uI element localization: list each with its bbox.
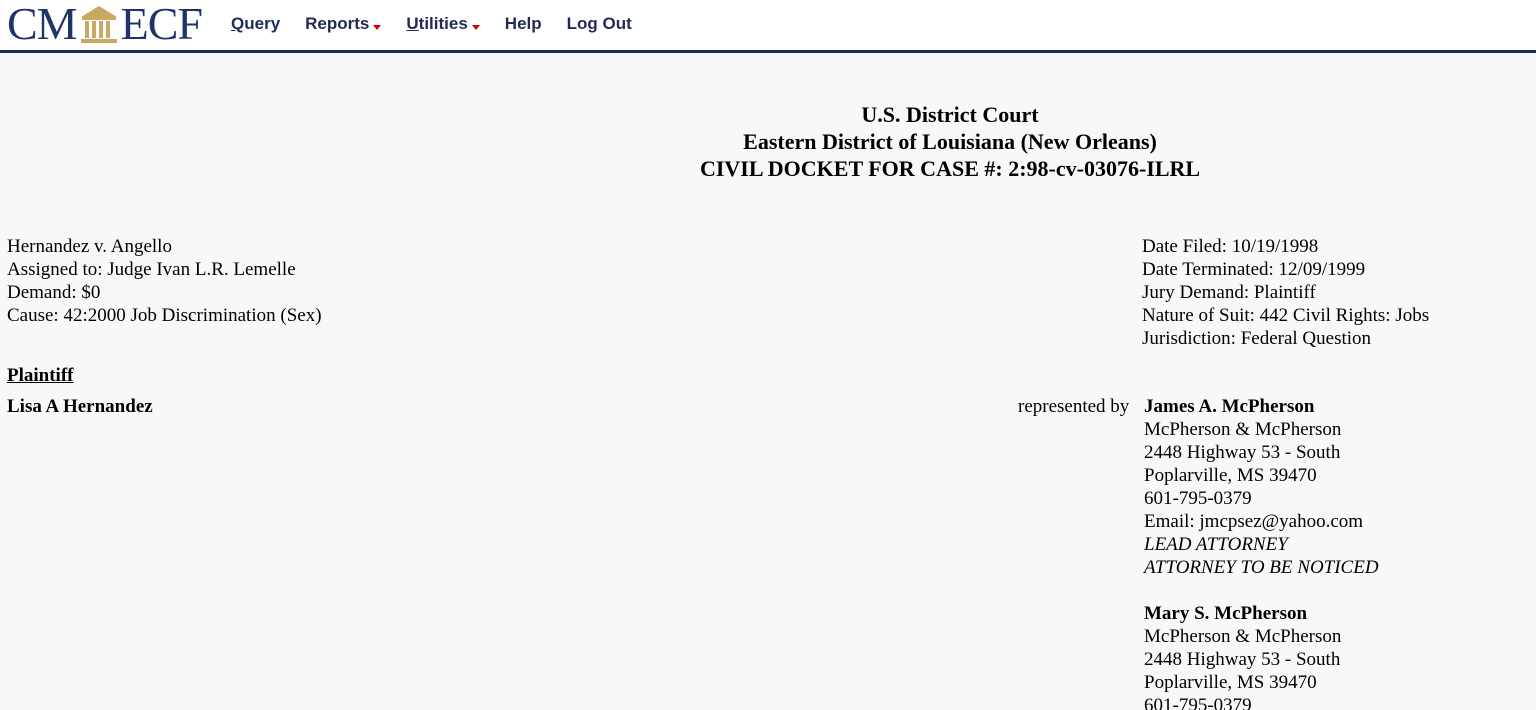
attorney-email: Email: jmcpsez@yahoo.com [1144,511,1364,532]
attorney-street: 2448 Highway 53 - South [1144,442,1341,463]
menu-query[interactable]: Query [231,14,280,34]
date-filed: Date Filed: 10/19/1998 [1142,236,1319,257]
docket-title: CIVIL DOCKET FOR CASE #: 2:98-cv-03076-I… [699,156,1201,181]
represented-by-label: represented by [1018,396,1130,417]
demand: Demand: $0 [7,282,101,303]
assigned-judge: Assigned to: Judge Ivan L.R. Lemelle [7,259,296,280]
case-info-right: Date Filed: 10/19/1998 Date Terminated: … [1142,235,1429,350]
attorney-note: LEAD ATTORNEY [1144,534,1288,555]
chevron-down-icon [471,25,480,30]
attorney-city: Poplarville, MS 39470 [1144,465,1317,486]
attorney-phone: 601-795-0379 [1144,488,1252,509]
attorney-firm: McPherson & McPherson [1144,419,1342,440]
case-info-left: Hernandez v. Angello Assigned to: Judge … [7,235,322,327]
jurisdiction: Jurisdiction: Federal Question [1142,328,1372,349]
nature-of-suit: Nature of Suit: 442 Civil Rights: Jobs [1142,305,1430,326]
menu-logout[interactable]: Log Out [567,14,632,34]
court-name: U.S. District Court [861,102,1039,127]
attorney-name: Mary S. McPherson [1144,603,1308,624]
attorney-city: Poplarville, MS 39470 [1144,672,1317,693]
party-role-heading: Plaintiff [7,365,74,386]
attorney-block: Mary S. McPherson McPherson & McPherson … [1144,602,1379,710]
district-name: Eastern District of Louisiana (New Orlea… [743,129,1157,154]
jury-demand: Jury Demand: Plaintiff [1142,282,1316,303]
attorney-block: James A. McPherson McPherson & McPherson… [1144,395,1379,579]
docket-header: U.S. District Court Eastern District of … [0,101,1536,182]
courthouse-icon [80,6,117,43]
case-title: Hernandez v. Angello [7,236,172,257]
cmecf-logo[interactable]: CM ECF [7,0,203,49]
attorney-phone: 601-795-0379 [1144,695,1252,710]
attorney-firm: McPherson & McPherson [1144,626,1342,647]
attorney-street: 2448 Highway 53 - South [1144,649,1341,670]
attorney-list: James A. McPherson McPherson & McPherson… [1144,395,1379,710]
menu-help[interactable]: Help [505,14,542,34]
logo-text-left: CM [7,0,78,49]
logo-text-right: ECF [120,0,203,49]
cause: Cause: 42:2000 Job Discrimination (Sex) [7,305,322,326]
menu-reports[interactable]: Reports [305,14,382,34]
chevron-down-icon [373,25,382,30]
menu-utilities[interactable]: Utilities [406,14,480,34]
date-terminated: Date Terminated: 12/09/1999 [1142,259,1366,280]
main-menu: Query Reports Utilities Help Log Out [231,14,657,34]
attorney-note: ATTORNEY TO BE NOTICED [1144,557,1379,578]
attorney-name: James A. McPherson [1144,396,1315,417]
party-name: Lisa A Hernandez [7,396,153,417]
top-nav-bar: CM ECF Query Reports Utilities Help Log … [0,0,1536,53]
